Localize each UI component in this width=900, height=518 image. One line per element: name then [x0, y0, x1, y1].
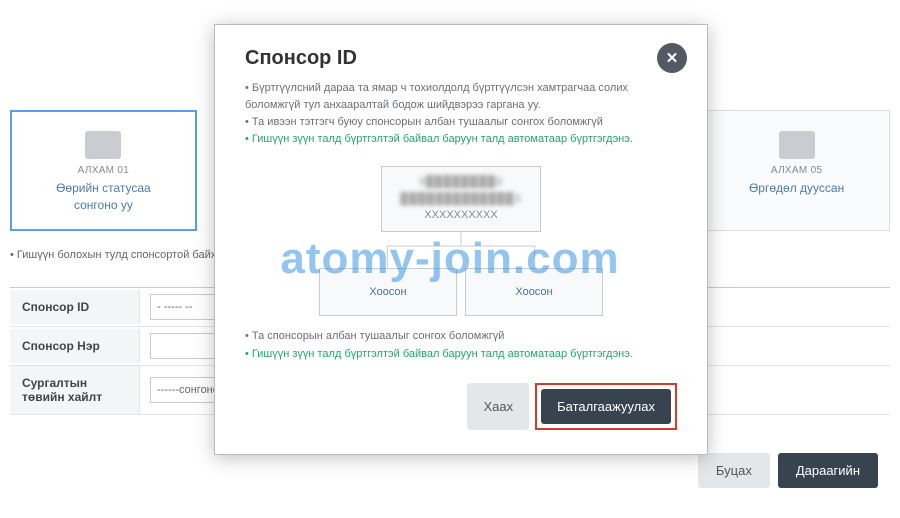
sponsor-masked-line: █████████████3: [400, 191, 521, 208]
modal-title: Спонсор ID: [245, 47, 677, 70]
sponsor-tree: 3████████0 █████████████3 XXXXXXXXXX Хоо…: [245, 166, 677, 316]
modal-bullet: • Бүртгүүлсний дараа та ямар ч тохиолдол…: [245, 80, 677, 114]
modal-info: • Бүртгүүлсний дараа та ямар ч тохиолдол…: [245, 80, 677, 148]
close-icon[interactable]: ✕: [657, 43, 687, 73]
node-label: Хоосон: [369, 284, 406, 301]
modal-bullet: • Та ивээн тэтгэгч буюу спонсорын албан …: [245, 114, 677, 131]
modal-bullet: • Та спонсорын албан тушаалыг сонгох бол…: [245, 328, 677, 346]
modal-bullet: • Гишүүн зүүн талд бүртгэлтэй байвал бар…: [245, 346, 677, 364]
modal-bullet: • Гишүүн зүүн талд бүртгэлтэй байвал бар…: [245, 131, 677, 148]
close-button[interactable]: Хаах: [467, 383, 529, 430]
modal-actions: Хаах Баталгаажуулах: [245, 383, 677, 430]
sponsor-masked-line: 3████████0: [419, 174, 504, 191]
modal-info-2: • Та спонсорын албан тушаалыг сонгох бол…: [245, 328, 677, 363]
node-label: Хоосон: [515, 284, 552, 301]
confirm-highlight: Баталгаажуулах: [535, 383, 677, 430]
confirm-button[interactable]: Баталгаажуулах: [541, 389, 671, 424]
sponsor-code: XXXXXXXXXX: [424, 207, 497, 224]
tree-node-sponsor: 3████████0 █████████████3 XXXXXXXXXX: [381, 166, 541, 232]
tree-node-left[interactable]: Хоосон: [319, 268, 457, 316]
sponsor-id-modal: ✕ Спонсор ID • Бүртгүүлсний дараа та яма…: [214, 24, 708, 455]
tree-node-right[interactable]: Хоосон: [465, 268, 603, 316]
